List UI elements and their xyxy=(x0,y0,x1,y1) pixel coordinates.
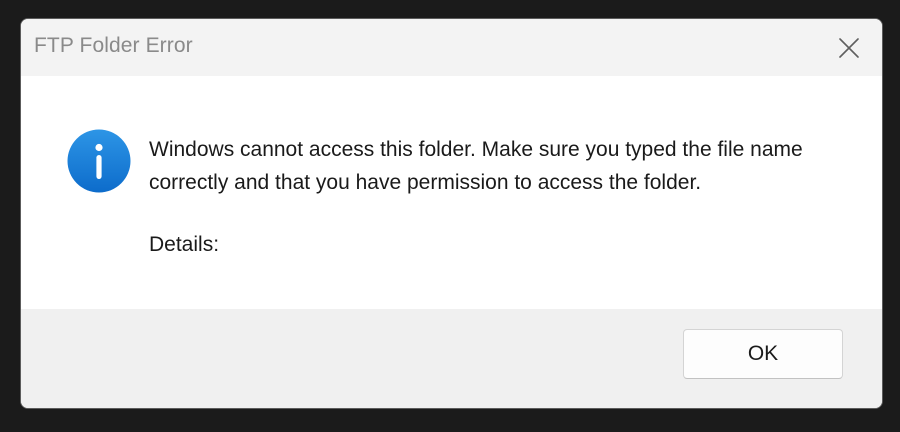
error-message: Windows cannot access this folder. Make … xyxy=(149,138,803,194)
close-icon xyxy=(839,37,859,58)
title-bar: FTP Folder Error xyxy=(21,19,882,76)
dialog-content: Windows cannot access this folder. Make … xyxy=(21,76,882,309)
ok-button[interactable]: OK xyxy=(683,329,843,379)
close-button[interactable] xyxy=(816,19,882,76)
dialog-title: FTP Folder Error xyxy=(34,34,193,57)
info-icon xyxy=(67,129,131,193)
dialog-footer: OK xyxy=(21,309,882,408)
details-label: Details: xyxy=(149,233,220,256)
error-dialog: FTP Folder Error Windows cannot access t… xyxy=(20,18,883,409)
